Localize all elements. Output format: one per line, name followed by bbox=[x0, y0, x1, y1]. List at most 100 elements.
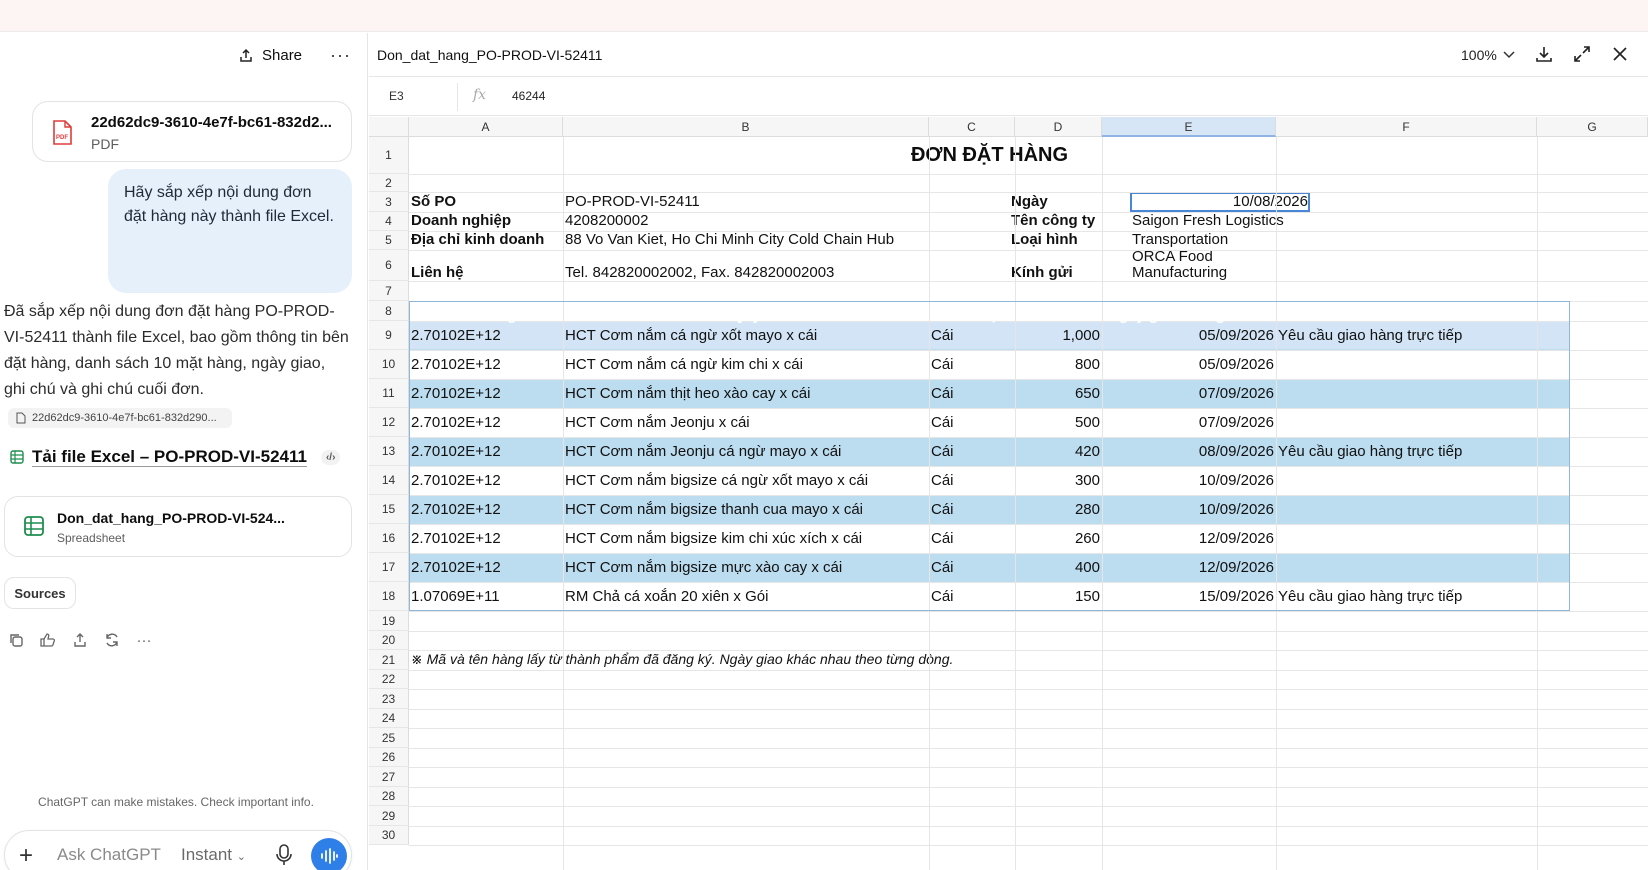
table-cell-code[interactable]: 2.70102E+12 bbox=[411, 443, 501, 460]
row-header-3[interactable]: 3 bbox=[369, 192, 409, 212]
sheet-grid[interactable]: ĐƠN ĐẶT HÀNG Số PO PO-PROD-VI-52411 Doan… bbox=[369, 117, 1648, 870]
table-cell-qty[interactable]: 1,000 bbox=[1015, 327, 1100, 344]
row-header-24[interactable]: 24 bbox=[369, 709, 409, 728]
row-header-19[interactable]: 19 bbox=[369, 611, 409, 631]
table-cell-code[interactable]: 2.70102E+12 bbox=[411, 559, 501, 576]
row-header-25[interactable]: 25 bbox=[369, 728, 409, 748]
row-header-23[interactable]: 23 bbox=[369, 689, 409, 709]
table-header-cell[interactable]: Đơn vị bbox=[929, 307, 1015, 324]
table-cell-date[interactable]: 05/09/2026 bbox=[1102, 327, 1274, 344]
row-header-16[interactable]: 16 bbox=[369, 524, 409, 553]
company-label[interactable]: Tên công ty bbox=[1011, 212, 1095, 229]
table-cell-name[interactable]: RM Chả cá xoắn 20 xiên x Gói bbox=[565, 588, 768, 605]
table-cell-name[interactable]: HCT Cơm nắm bigsize cá ngừ xốt mayo x cá… bbox=[565, 472, 868, 489]
column-header-d[interactable]: D bbox=[1015, 117, 1102, 137]
expand-icon[interactable] bbox=[1572, 44, 1592, 64]
cell-reference[interactable]: E3 bbox=[389, 89, 404, 103]
po-label[interactable]: Số PO bbox=[411, 193, 456, 210]
share-button[interactable]: Share bbox=[238, 47, 302, 64]
table-cell-qty[interactable]: 420 bbox=[1015, 443, 1100, 460]
table-cell-unit[interactable]: Cái bbox=[931, 356, 954, 373]
table-cell-unit[interactable]: Cái bbox=[931, 588, 954, 605]
table-cell-date[interactable]: 12/09/2026 bbox=[1102, 559, 1274, 576]
selected-cell-e3[interactable] bbox=[1130, 192, 1310, 212]
table-cell-name[interactable]: HCT Cơm nắm thịt heo xào cay x cái bbox=[565, 385, 810, 402]
excel-link-label[interactable]: Tải file Excel – PO-PROD-VI-52411 bbox=[32, 447, 307, 467]
row-header-6[interactable]: 6 bbox=[369, 250, 409, 281]
select-all-corner[interactable] bbox=[369, 117, 409, 137]
table-header-cell[interactable]: Mã hàng bbox=[409, 307, 563, 324]
row-header-5[interactable]: 5 bbox=[369, 231, 409, 250]
table-cell-note[interactable]: Yêu cầu giao hàng trực tiếp bbox=[1278, 443, 1462, 460]
row-header-30[interactable]: 30 bbox=[369, 826, 409, 845]
code-icon[interactable]: ‹/› bbox=[320, 449, 341, 465]
table-header-cell[interactable]: SL bbox=[1015, 307, 1102, 324]
business-label[interactable]: Doanh nghiệp bbox=[411, 212, 511, 229]
recipient-label[interactable]: Kính gửi bbox=[1011, 264, 1073, 281]
table-cell-qty[interactable]: 400 bbox=[1015, 559, 1100, 576]
row-header-13[interactable]: 13 bbox=[369, 437, 409, 466]
pdf-attachment-card[interactable]: PDF 22d62dc9-3610-4e7f-bc61-832d2... PDF bbox=[32, 101, 352, 162]
table-cell-qty[interactable]: 650 bbox=[1015, 385, 1100, 402]
footnote[interactable]: ※ Mã và tên hàng lấy từ thành phẩm đã đă… bbox=[411, 651, 953, 668]
copy-icon[interactable] bbox=[6, 630, 26, 650]
zoom-selector[interactable]: 100% bbox=[1461, 47, 1515, 63]
row-header-15[interactable]: 15 bbox=[369, 495, 409, 524]
row-header-9[interactable]: 9 bbox=[369, 321, 409, 350]
table-cell-date[interactable]: 08/09/2026 bbox=[1102, 443, 1274, 460]
table-header-cell[interactable]: Tên / Quy cách bbox=[563, 307, 929, 324]
column-header-b[interactable]: B bbox=[563, 117, 929, 137]
table-cell-code[interactable]: 2.70102E+12 bbox=[411, 385, 501, 402]
column-header-g[interactable]: G bbox=[1537, 117, 1648, 137]
contact-value[interactable]: Tel. 842820002002, Fax. 842820002003 bbox=[565, 264, 834, 281]
row-header-4[interactable]: 4 bbox=[369, 212, 409, 231]
composer[interactable]: + Ask ChatGPT Instant ⌄ bbox=[4, 830, 352, 870]
table-cell-date[interactable]: 07/09/2026 bbox=[1102, 414, 1274, 431]
row-header-8[interactable]: 8 bbox=[369, 301, 409, 321]
column-header-a[interactable]: A bbox=[409, 117, 563, 137]
row-header-27[interactable]: 27 bbox=[369, 767, 409, 787]
recipient-value-line2[interactable]: Manufacturing bbox=[1132, 264, 1227, 281]
table-cell-code[interactable]: 2.70102E+12 bbox=[411, 501, 501, 518]
table-cell-unit[interactable]: Cái bbox=[931, 559, 954, 576]
row-header-26[interactable]: 26 bbox=[369, 748, 409, 767]
row-header-18[interactable]: 18 bbox=[369, 582, 409, 611]
company-value[interactable]: Saigon Fresh Logistics bbox=[1132, 212, 1284, 229]
table-cell-name[interactable]: HCT Cơm nắm cá ngừ kim chi x cái bbox=[565, 356, 803, 373]
table-cell-code[interactable]: 2.70102E+12 bbox=[411, 327, 501, 344]
row-header-29[interactable]: 29 bbox=[369, 806, 409, 826]
close-icon[interactable] bbox=[1610, 44, 1630, 64]
row-header-10[interactable]: 10 bbox=[369, 350, 409, 379]
table-cell-name[interactable]: HCT Cơm nắm cá ngừ xốt mayo x cái bbox=[565, 327, 817, 344]
table-header-cell[interactable]: Ngày giao mong muốn bbox=[1102, 307, 1276, 324]
export-icon[interactable] bbox=[70, 630, 90, 650]
table-cell-code[interactable]: 2.70102E+12 bbox=[411, 530, 501, 547]
table-cell-date[interactable]: 15/09/2026 bbox=[1102, 588, 1274, 605]
download-icon[interactable] bbox=[1534, 44, 1554, 64]
table-cell-note[interactable]: Yêu cầu giao hàng trực tiếp bbox=[1278, 588, 1462, 605]
table-cell-date[interactable]: 10/09/2026 bbox=[1102, 472, 1274, 489]
row-header-11[interactable]: 11 bbox=[369, 379, 409, 408]
source-chip[interactable]: 22d62dc9-3610-4e7f-bc61-832d290... bbox=[8, 408, 232, 428]
column-header-f[interactable]: F bbox=[1276, 117, 1537, 137]
table-cell-qty[interactable]: 150 bbox=[1015, 588, 1100, 605]
table-cell-code[interactable]: 2.70102E+12 bbox=[411, 356, 501, 373]
table-cell-unit[interactable]: Cái bbox=[931, 530, 954, 547]
table-cell-unit[interactable]: Cái bbox=[931, 414, 954, 431]
table-cell-qty[interactable]: 260 bbox=[1015, 530, 1100, 547]
voice-icon[interactable] bbox=[311, 838, 347, 870]
table-cell-name[interactable]: HCT Cơm nắm Jeonju cá ngừ mayo x cái bbox=[565, 443, 841, 460]
address-value[interactable]: 88 Vo Van Kiet, Ho Chi Minh City Cold Ch… bbox=[565, 231, 894, 248]
regenerate-icon[interactable] bbox=[102, 630, 122, 650]
date-label[interactable]: Ngày bbox=[1011, 193, 1048, 210]
feedback-icon[interactable] bbox=[38, 630, 58, 650]
table-cell-unit[interactable]: Cái bbox=[931, 385, 954, 402]
mic-icon[interactable] bbox=[275, 844, 293, 866]
column-header-c[interactable]: C bbox=[929, 117, 1015, 137]
formula-value[interactable]: 46244 bbox=[512, 89, 545, 103]
row-header-20[interactable]: 20 bbox=[369, 631, 409, 650]
table-cell-note[interactable]: Yêu cầu giao hàng trực tiếp bbox=[1278, 327, 1462, 344]
table-cell-qty[interactable]: 300 bbox=[1015, 472, 1100, 489]
row-header-7[interactable]: 7 bbox=[369, 281, 409, 301]
row-header-28[interactable]: 28 bbox=[369, 787, 409, 806]
